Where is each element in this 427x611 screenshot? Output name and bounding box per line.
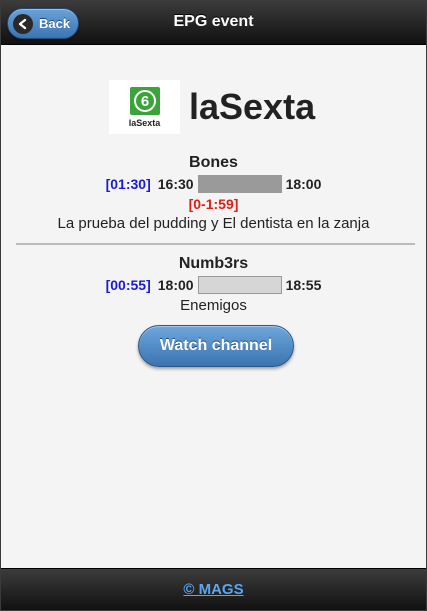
end-time: 18:55: [285, 277, 322, 293]
program-time-row: [01:30] 16:30 18:00: [1, 175, 426, 193]
svg-text:6: 6: [140, 93, 148, 110]
program-progress-bar: [197, 276, 282, 294]
watch-channel-button[interactable]: Watch channel: [138, 325, 294, 367]
lasexta-logo-icon: 6: [129, 86, 160, 115]
program-title: Bones: [189, 154, 238, 171]
program-next: Numb3rs [00:55] 18:00 18:55 Enemigos: [1, 255, 426, 314]
elapsed-time: [01:30]: [105, 176, 151, 192]
channel-logo-text: laSexta: [128, 117, 161, 128]
remaining-time: [0-1:59]: [188, 196, 239, 212]
program-time-row: [00:55] 18:00 18:55: [1, 276, 426, 294]
channel-name: laSexta: [189, 86, 316, 127]
footer-bar: © MAGS: [1, 568, 426, 610]
program-title: Numb3rs: [178, 255, 249, 272]
channel-logo: 6 laSexta: [109, 80, 180, 134]
start-time: 18:00: [157, 277, 194, 293]
program-progress-bar: [197, 175, 282, 193]
program-description: La prueba del pudding y El dentista en l…: [57, 215, 370, 232]
page-title: EPG event: [173, 13, 254, 30]
header-bar: Back EPG event: [1, 1, 426, 45]
program-progress-fill: [198, 176, 281, 192]
elapsed-time: [00:55]: [105, 277, 151, 293]
end-time: 18:00: [285, 176, 322, 192]
app-window: Back EPG event 6 laSexta laSexta Bones […: [0, 0, 427, 611]
program-description: Enemigos: [180, 297, 247, 314]
copyright-link[interactable]: © MAGS: [183, 581, 243, 598]
start-time: 16:30: [157, 176, 194, 192]
channel-header: 6 laSexta laSexta: [109, 79, 329, 135]
program-current: Bones [01:30] 16:30 18:00 [0-1:59] La pr…: [1, 154, 426, 232]
main-content: 6 laSexta laSexta Bones [01:30] 16:30 18…: [1, 46, 426, 568]
divider: [16, 243, 415, 245]
